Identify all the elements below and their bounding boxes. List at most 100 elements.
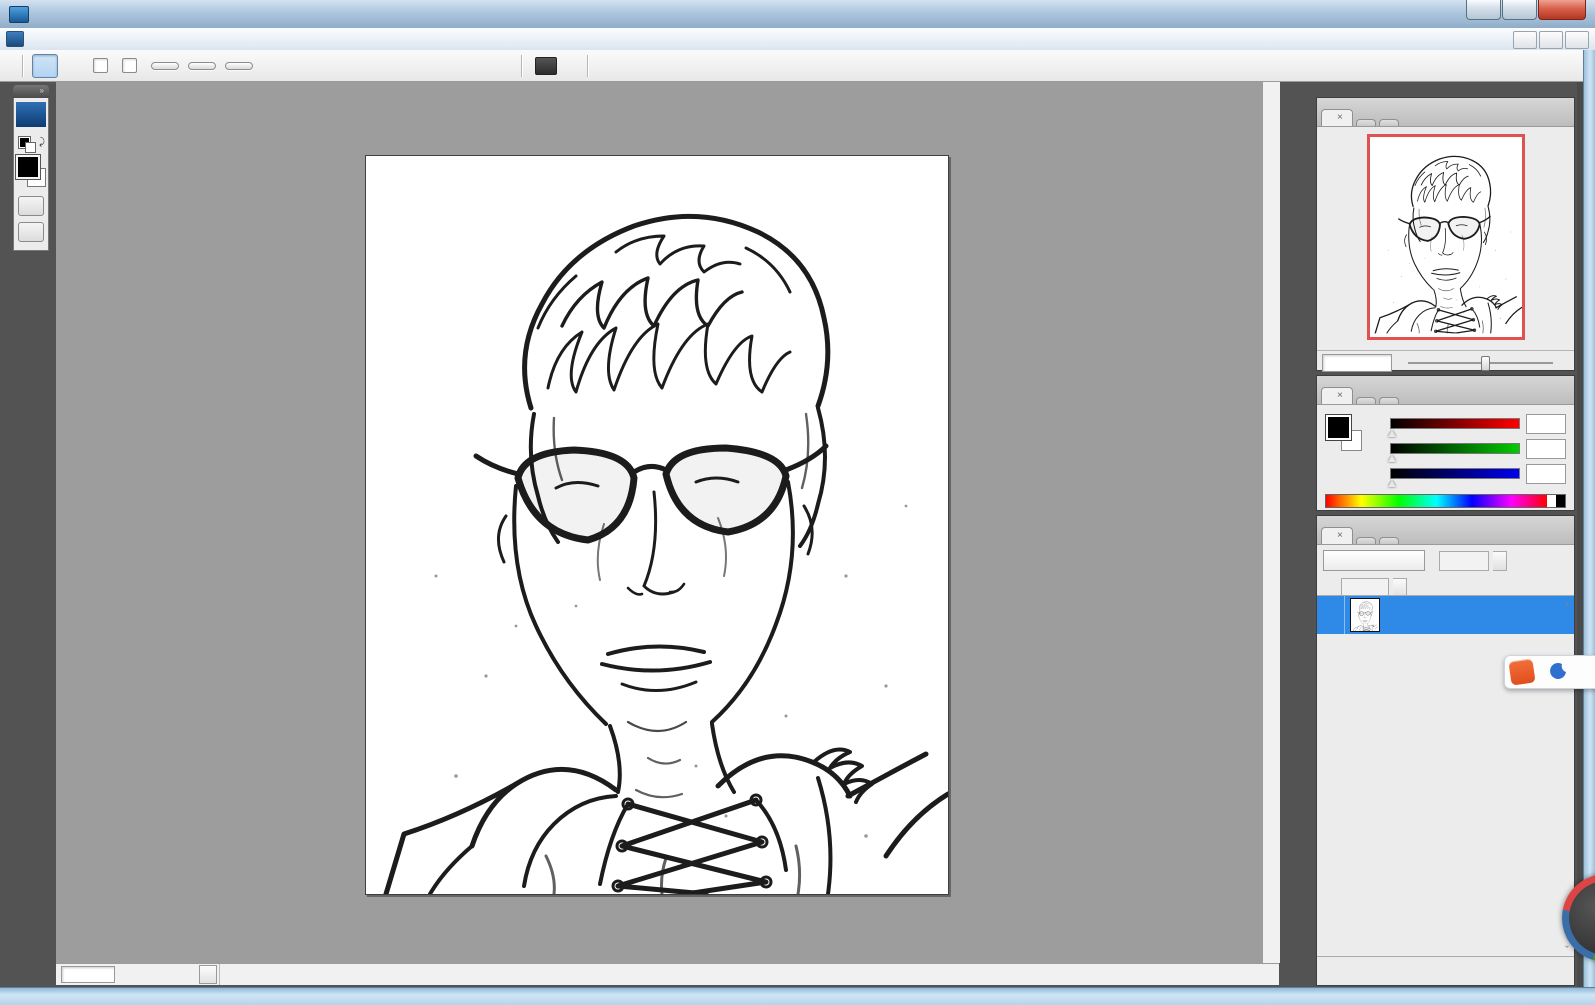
tab-info[interactable] xyxy=(1379,119,1399,126)
tab-histogram[interactable] xyxy=(1356,119,1376,126)
menubar xyxy=(0,28,1595,51)
photoshop-window: » ⤸ xyxy=(0,0,1595,1005)
blue-value-field[interactable] xyxy=(1526,464,1566,484)
navigator-thumbnail xyxy=(1370,137,1522,337)
print-size-button[interactable] xyxy=(225,62,253,70)
layer-visibility-cell[interactable] xyxy=(1317,596,1345,634)
blend-opacity-row xyxy=(1317,545,1574,573)
opacity-flyout-button[interactable] xyxy=(1493,551,1507,571)
toolbox-collapse-handle[interactable]: » xyxy=(13,85,49,98)
slider-thumb[interactable] xyxy=(1388,430,1396,437)
status-zoom-field[interactable] xyxy=(61,966,115,983)
ime-fullwidth-moon-icon[interactable] xyxy=(1550,662,1568,683)
red-value-field[interactable] xyxy=(1526,414,1566,434)
titlebar xyxy=(0,0,1595,29)
close-button[interactable] xyxy=(1538,0,1586,20)
scroll-down-icon[interactable] xyxy=(1265,948,1277,960)
document-image[interactable] xyxy=(365,155,949,895)
actual-pixels-button[interactable] xyxy=(151,62,179,70)
zoom-in-mode-button[interactable] xyxy=(32,54,58,78)
go-to-bridge-button[interactable] xyxy=(535,57,552,75)
horizontal-scrollbar[interactable] xyxy=(219,964,1279,985)
layers-panel: × xyxy=(1316,515,1575,986)
green-slider-row xyxy=(1373,436,1566,461)
tab-layers[interactable]: × xyxy=(1321,527,1353,544)
tab-swatches[interactable] xyxy=(1356,397,1376,404)
checkbox-box xyxy=(93,58,108,73)
background-layer-row[interactable] xyxy=(1317,596,1574,634)
canvas-area[interactable] xyxy=(56,82,1262,963)
resize-windows-checkbox[interactable] xyxy=(93,58,113,73)
document-icon xyxy=(6,31,24,47)
opacity-value-field[interactable] xyxy=(1439,551,1489,571)
navigator-zoom-field[interactable] xyxy=(1322,354,1392,372)
color-panel: × xyxy=(1316,375,1575,511)
bruce-lee-sketch-artwork xyxy=(366,156,948,894)
photoshop-app-icon xyxy=(9,6,29,23)
slider-thumb[interactable] xyxy=(1388,455,1396,462)
sogou-logo-icon[interactable] xyxy=(1508,658,1535,685)
navigator-zoom-slider[interactable] xyxy=(1408,362,1553,364)
navigator-body xyxy=(1317,127,1574,350)
tab-close-icon[interactable]: × xyxy=(1337,113,1343,123)
panel-dock: × xyxy=(1314,82,1577,988)
ime-toolbar[interactable] xyxy=(1504,655,1595,689)
scroll-left-icon[interactable] xyxy=(223,968,235,980)
blue-slider[interactable] xyxy=(1390,468,1520,479)
vertical-scrollbar[interactable] xyxy=(1262,82,1280,963)
layer-list xyxy=(1317,595,1574,957)
slider-thumb[interactable] xyxy=(1481,356,1490,371)
default-colors-control[interactable]: ⤸ xyxy=(17,137,45,151)
swap-colors-icon[interactable]: ⤸ xyxy=(39,137,45,148)
doc-minimize-button[interactable] xyxy=(1513,31,1537,49)
restore-button[interactable] xyxy=(1502,0,1537,20)
zoom-out-mode-button[interactable] xyxy=(58,54,84,78)
status-bar xyxy=(56,963,1279,985)
panel-dock-strip xyxy=(1282,82,1312,988)
layers-tabs: × xyxy=(1317,516,1574,545)
left-dock: » ⤸ xyxy=(0,82,56,988)
tab-styles[interactable] xyxy=(1379,397,1399,404)
foreground-color-swatch[interactable] xyxy=(1326,415,1351,440)
separator xyxy=(22,55,23,77)
scroll-right-icon[interactable] xyxy=(1264,968,1276,980)
zoom-all-windows-checkbox[interactable] xyxy=(122,58,142,73)
ps-logo[interactable] xyxy=(16,102,46,127)
screen-mode-button[interactable] xyxy=(18,222,44,242)
tab-close-icon[interactable]: × xyxy=(1337,391,1343,401)
status-flyout-button[interactable] xyxy=(199,965,217,984)
fit-screen-button[interactable] xyxy=(188,62,216,70)
tab-color[interactable]: × xyxy=(1321,387,1353,404)
color-panel-swatches xyxy=(1326,415,1364,453)
blend-mode-select[interactable] xyxy=(1323,550,1425,571)
checkbox-box xyxy=(122,58,137,73)
window-bottom-border xyxy=(0,987,1595,1005)
doc-close-button[interactable] xyxy=(1565,31,1589,49)
navigator-proxy-view[interactable] xyxy=(1367,134,1525,340)
green-slider[interactable] xyxy=(1390,443,1520,454)
green-value-field[interactable] xyxy=(1526,439,1566,459)
tab-navigator[interactable]: × xyxy=(1321,109,1353,126)
tab-close-icon[interactable]: × xyxy=(1337,531,1343,541)
slider-thumb[interactable] xyxy=(1388,480,1396,487)
minimize-button[interactable] xyxy=(1466,0,1501,20)
black-swatch[interactable] xyxy=(1556,495,1565,507)
layer-thumbnail[interactable] xyxy=(1350,598,1380,632)
foreground-color-swatch[interactable] xyxy=(16,155,40,179)
dock-collapse-arrows[interactable] xyxy=(1314,82,1577,97)
color-body xyxy=(1317,405,1574,514)
color-spectrum-ramp[interactable] xyxy=(1325,494,1566,508)
scroll-up-icon[interactable] xyxy=(1265,85,1277,97)
navigator-tabs: × xyxy=(1317,98,1574,127)
white-swatch[interactable] xyxy=(1547,495,1556,507)
tab-paths[interactable] xyxy=(1379,537,1399,544)
blue-slider-row xyxy=(1373,461,1566,486)
tab-channels[interactable] xyxy=(1356,537,1376,544)
rainbow-ramp[interactable] xyxy=(1326,495,1547,507)
doc-restore-button[interactable] xyxy=(1539,31,1563,49)
list-scroll-up-icon[interactable] xyxy=(1562,598,1572,612)
quick-mask-button[interactable] xyxy=(18,196,44,216)
window-controls xyxy=(1466,0,1586,20)
red-slider[interactable] xyxy=(1390,418,1520,429)
window-right-border xyxy=(1583,50,1595,1005)
